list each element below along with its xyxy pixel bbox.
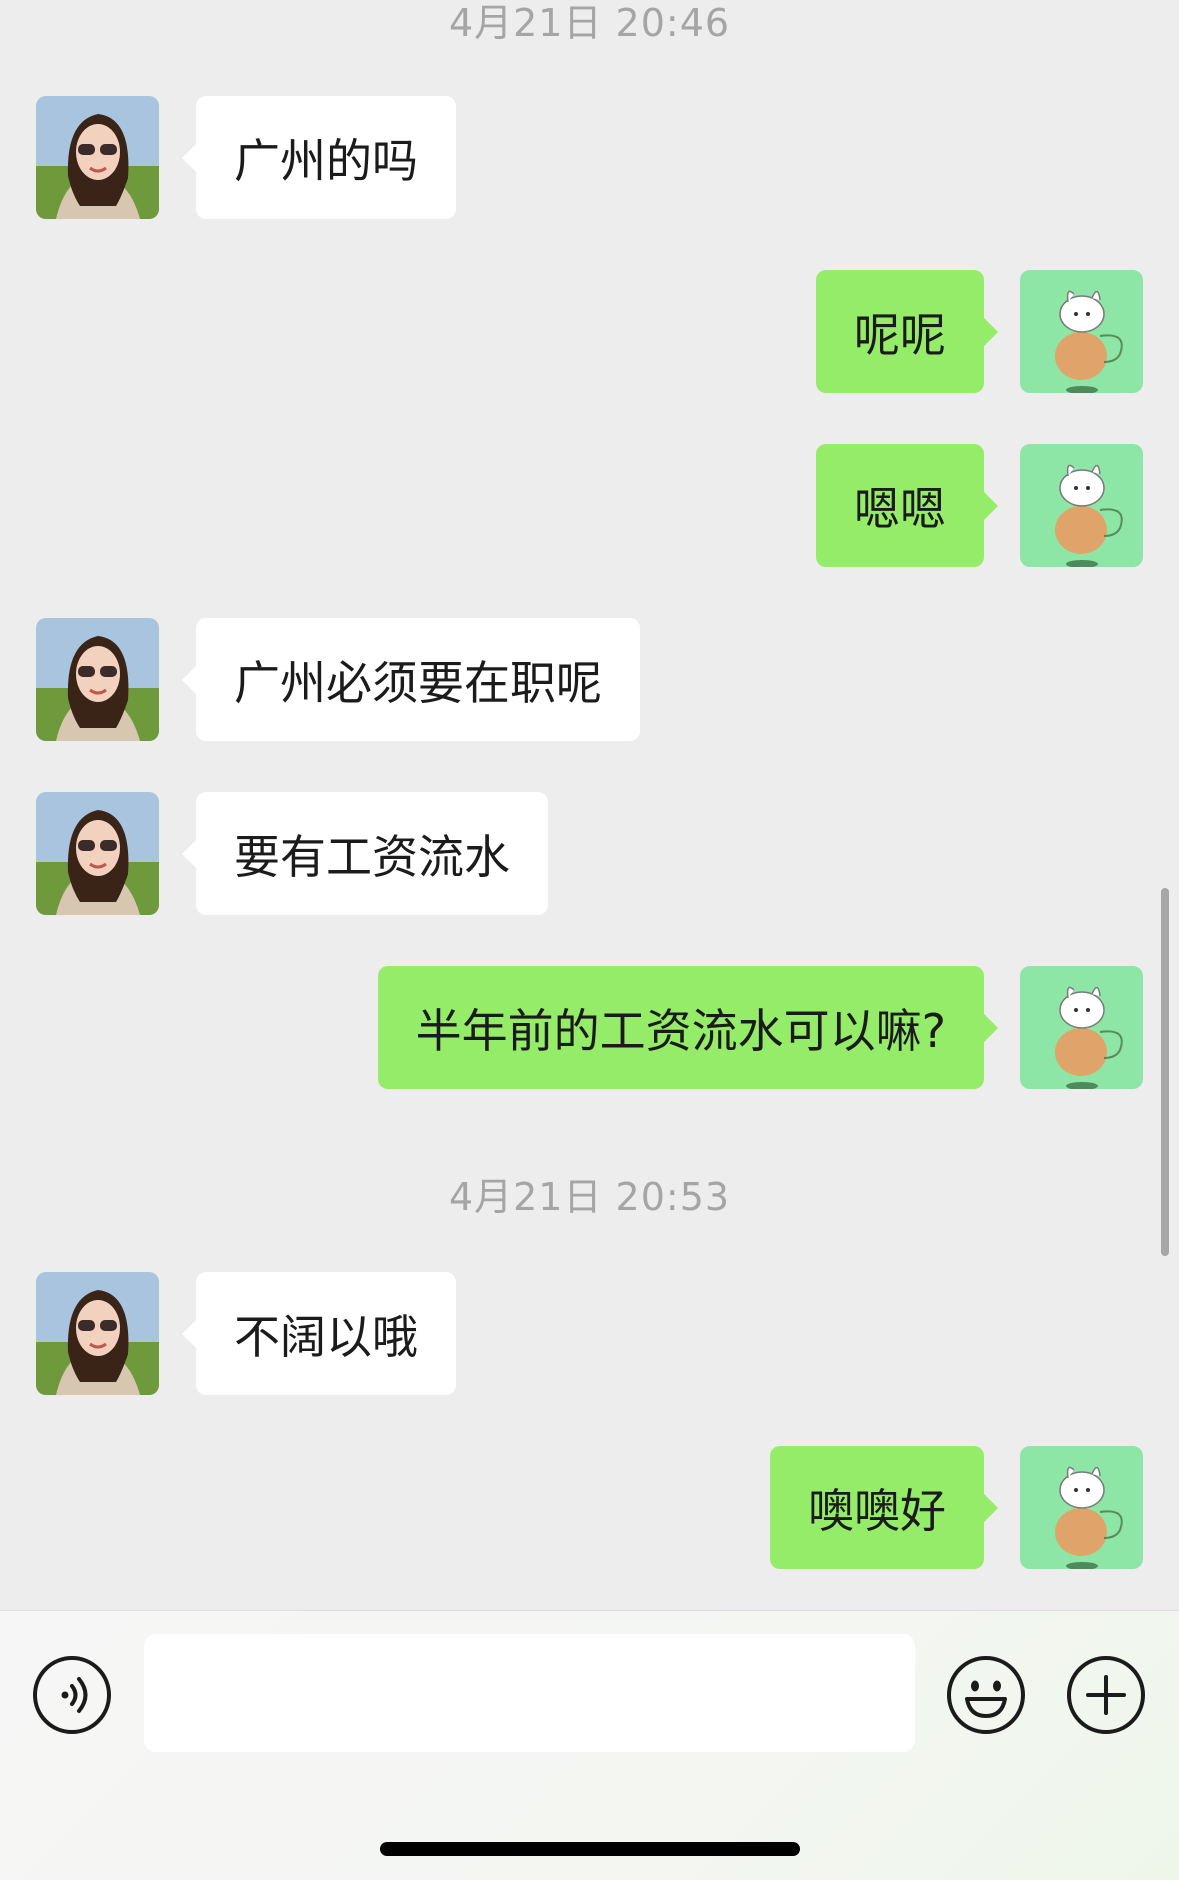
timestamp: 4月21日 20:53 bbox=[448, 1175, 731, 1219]
message-bubble-outgoing[interactable]: 噢噢好 bbox=[770, 1446, 998, 1569]
home-indicator[interactable] bbox=[380, 1842, 800, 1856]
contact-avatar[interactable] bbox=[36, 1272, 159, 1395]
message-text: 不阔以哦 bbox=[234, 1309, 418, 1364]
message-row-outgoing: 半年前的工资流水可以嘛? bbox=[0, 966, 1179, 1089]
message-bubble-incoming[interactable]: 广州必须要在职呢 bbox=[182, 618, 640, 741]
plus-button[interactable] bbox=[1066, 1655, 1146, 1735]
bunny-sticker-avatar bbox=[1020, 966, 1143, 1089]
bunny-sticker-avatar bbox=[1020, 444, 1143, 567]
chat-scrollbar[interactable] bbox=[1161, 888, 1169, 1256]
message-text: 嗯嗯 bbox=[854, 481, 946, 536]
contact-avatar[interactable] bbox=[36, 96, 159, 219]
emoji-icon bbox=[947, 1656, 1025, 1734]
message-bubble-outgoing[interactable]: 半年前的工资流水可以嘛? bbox=[377, 966, 999, 1089]
message-bubble-incoming[interactable]: 要有工资流水 bbox=[182, 792, 548, 915]
my-avatar[interactable] bbox=[1020, 1446, 1143, 1569]
message-text: 广州必须要在职呢 bbox=[234, 655, 602, 710]
message-row-outgoing: 噢噢好 bbox=[0, 1446, 1179, 1569]
chat-screen: 4月21日 20:46 广州的吗 呢呢 嗯嗯 广州必须要在职呢 要有工资流水 半… bbox=[0, 0, 1179, 1880]
message-row-incoming: 广州的吗 bbox=[0, 96, 1179, 219]
message-row-incoming: 不阔以哦 bbox=[0, 1272, 1179, 1395]
bunny-sticker-avatar bbox=[1020, 1446, 1143, 1569]
message-row-outgoing: 呢呢 bbox=[0, 270, 1179, 393]
my-avatar[interactable] bbox=[1020, 966, 1143, 1089]
emoji-button[interactable] bbox=[946, 1655, 1026, 1735]
message-text: 要有工资流水 bbox=[234, 829, 510, 884]
message-row-incoming: 要有工资流水 bbox=[0, 792, 1179, 915]
plus-icon bbox=[1067, 1656, 1145, 1734]
message-bubble-incoming[interactable]: 不阔以哦 bbox=[182, 1272, 456, 1395]
message-input[interactable] bbox=[144, 1634, 915, 1752]
message-bubble-outgoing[interactable]: 嗯嗯 bbox=[816, 444, 998, 567]
timestamp: 4月21日 20:46 bbox=[448, 1, 731, 45]
bunny-sticker-avatar bbox=[1020, 270, 1143, 393]
contact-photo bbox=[36, 792, 159, 915]
voice-icon bbox=[33, 1656, 111, 1734]
message-row-outgoing: 嗯嗯 bbox=[0, 444, 1179, 567]
contact-photo bbox=[36, 1272, 159, 1395]
message-bubble-incoming[interactable]: 广州的吗 bbox=[182, 96, 456, 219]
message-text: 广州的吗 bbox=[234, 133, 418, 188]
contact-avatar[interactable] bbox=[36, 618, 159, 741]
my-avatar[interactable] bbox=[1020, 270, 1143, 393]
message-text: 噢噢好 bbox=[808, 1483, 946, 1538]
contact-photo bbox=[36, 618, 159, 741]
my-avatar[interactable] bbox=[1020, 444, 1143, 567]
voice-button[interactable] bbox=[32, 1655, 112, 1735]
message-bubble-outgoing[interactable]: 呢呢 bbox=[816, 270, 998, 393]
contact-photo bbox=[36, 96, 159, 219]
message-text: 半年前的工资流水可以嘛? bbox=[415, 1003, 946, 1058]
message-row-incoming: 广州必须要在职呢 bbox=[0, 618, 1179, 741]
contact-avatar[interactable] bbox=[36, 792, 159, 915]
message-text: 呢呢 bbox=[854, 307, 946, 362]
